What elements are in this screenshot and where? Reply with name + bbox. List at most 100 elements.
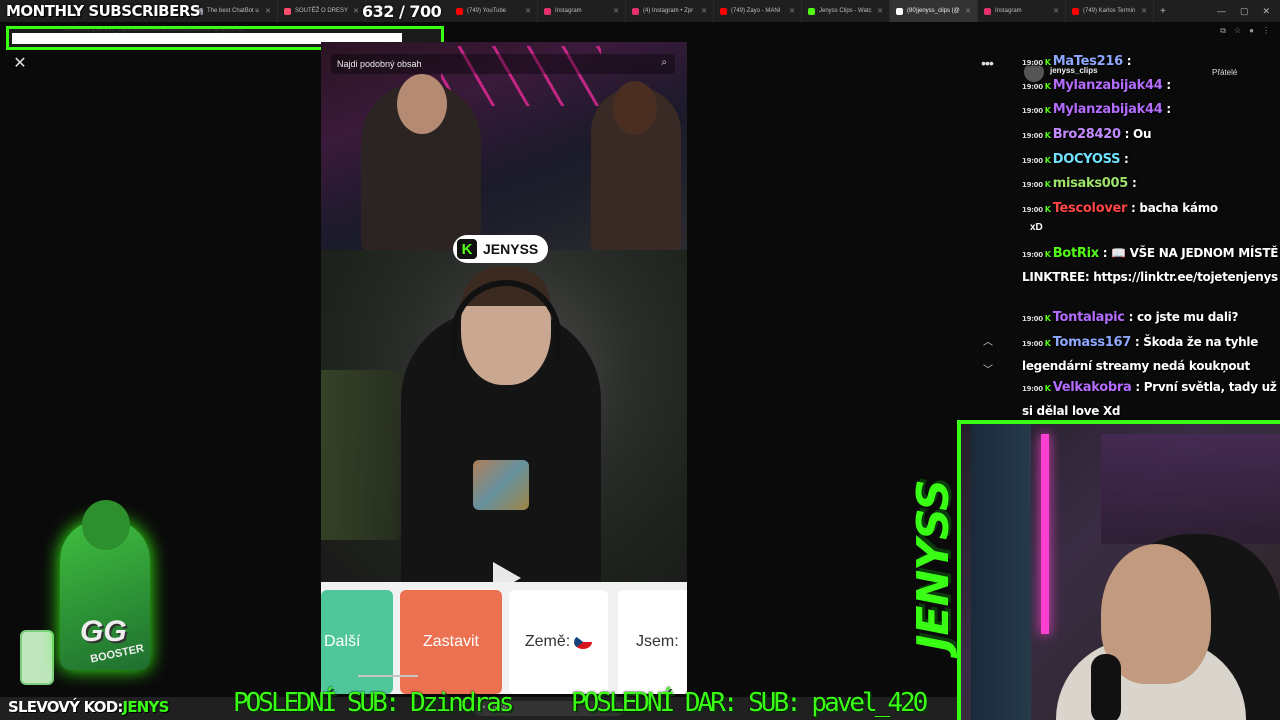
reaction-carousel: Další Zastavit Země: Jsem:	[321, 582, 687, 694]
green-wall	[321, 370, 411, 540]
extension-icon[interactable]: ⧉	[1220, 26, 1226, 36]
chat-message: 19:00 Kmisaks005 :	[1022, 172, 1280, 196]
chat-message: 19:00 K Tomass167 : Škoda že na tyhle lege…	[1022, 335, 1259, 373]
search-similar-bar[interactable]: Najdi podobný obsah ⌕	[331, 54, 675, 74]
chat-message: 19:00 K MaTes216 :	[1022, 50, 1280, 74]
close-window-icon[interactable]: ✕	[1262, 6, 1270, 17]
close-tab-icon[interactable]: ✕	[965, 7, 971, 15]
stop-label: Zastavit	[422, 633, 479, 650]
close-tab-icon[interactable]: ✕	[613, 7, 619, 15]
close-tab-icon[interactable]: ✕	[1053, 7, 1059, 15]
video-top-scene: Najdi podobný obsah ⌕	[321, 42, 687, 252]
browser-tab[interactable]: The best ChatBot u ✕	[190, 0, 278, 22]
next-button[interactable]: Další	[321, 590, 393, 694]
chat-badge-icon: K	[1044, 156, 1051, 165]
profile-icon[interactable]: ●	[1249, 26, 1254, 36]
discount-code: JENYS	[122, 698, 170, 716]
chevron-down-icon[interactable]: ﹀	[979, 362, 997, 380]
chat-text: :	[1131, 176, 1137, 190]
bookmark-star-icon[interactable]: ☆	[1234, 26, 1241, 36]
chat-text: :	[1126, 54, 1132, 68]
tab-favicon-icon	[1072, 7, 1079, 15]
discount-code-banner: SLEVOVÝ KOD:JENYS	[8, 698, 169, 716]
next-label: Další	[324, 633, 361, 650]
new-tab-button[interactable]: +	[1154, 6, 1172, 17]
video-bottom-scene	[321, 250, 687, 582]
chat-badge-icon: K	[1044, 131, 1051, 140]
webcam-door	[971, 424, 1031, 720]
country-label: Země:	[524, 633, 571, 650]
chat-username[interactable]: Mylanzabijak44	[1053, 78, 1163, 93]
search-icon[interactable]: ⌕	[661, 57, 667, 68]
country-button[interactable]: Země:	[509, 590, 608, 694]
chat-badge-icon: K	[1044, 106, 1051, 115]
i-am-button[interactable]: Jsem:	[618, 590, 687, 694]
chat-text: :	[1124, 152, 1129, 166]
tab-favicon-icon	[632, 7, 639, 15]
close-tab-icon[interactable]: ✕	[701, 7, 707, 15]
person-head	[397, 74, 447, 134]
brand-name: JENYSS	[483, 241, 539, 257]
person-figure	[361, 74, 481, 252]
chat-badge-icon: K	[1044, 180, 1051, 189]
chat-message: 19:00 K Mylanzabijak44 :	[1022, 98, 1280, 122]
chat-badge-icon: K	[1044, 339, 1051, 348]
brand-badge: K JENYSS	[453, 235, 549, 263]
gg-booster-mascot: GG BOOSTER	[20, 500, 180, 695]
chat-badge-icon: K	[1044, 82, 1051, 91]
chat-panel: 19:00 K MaTes216 : 19:00 K Mylanzabijak44 : …	[1022, 50, 1280, 420]
play-icon[interactable]	[493, 562, 521, 582]
maximize-icon[interactable]: ▢	[1240, 6, 1249, 17]
chevron-up-icon[interactable]: ︿	[979, 334, 997, 352]
webcam-shelf	[1101, 434, 1280, 544]
i-am-label: Jsem:	[636, 633, 679, 650]
browser-tab[interactable]: (4) Instagram • Zpr ✕	[626, 0, 714, 22]
browser-tab[interactable]: (749) YouTube ✕	[450, 0, 538, 22]
browser-tab[interactable]: Jenyss Clips - Watc ✕	[802, 0, 890, 22]
browser-tab[interactable]: SOUTĚŽ O DRESY ✕	[278, 0, 366, 22]
chat-username[interactable]: DOCYOSS	[1053, 152, 1121, 167]
last-donation-ticker: POSLEDNÍ DAR: SUB: pavel_420	[571, 688, 928, 718]
more-options-icon[interactable]: •••	[976, 55, 998, 73]
chat-text: :	[1166, 78, 1171, 92]
chat-message: 19:00 K Mylanzabijak44 :	[1022, 74, 1280, 98]
chat-username[interactable]: Velkakobra	[1053, 380, 1132, 395]
chat-username[interactable]: Tontalapic	[1053, 310, 1125, 325]
tab-favicon-icon	[808, 7, 815, 15]
chat-username[interactable]: MaTes216	[1053, 54, 1123, 69]
close-tab-icon[interactable]: ✕	[1141, 7, 1147, 15]
close-tab-icon[interactable]: ✕	[353, 7, 359, 15]
browser-tab[interactable]: (749) Zayo - MANI ✕	[714, 0, 802, 22]
chat-badge-icon: K	[1044, 250, 1051, 259]
chat-message: 19:00 K Tescolover : bacha kámo	[1022, 197, 1280, 221]
chat-username[interactable]: Mylanzabijak44	[1053, 102, 1163, 117]
browser-tab-active[interactable]: (80)jenyss_clips (@ ✕	[890, 0, 978, 22]
chat-username[interactable]: Bro28420	[1053, 127, 1121, 142]
close-tab-icon[interactable]: ✕	[877, 7, 883, 15]
chat-text: :	[1166, 102, 1171, 116]
tab-favicon-icon	[284, 7, 291, 15]
chat-message: 19:00 K Velkakobra : První světla, tady už…	[1022, 380, 1277, 418]
chat-username[interactable]: Tomass167	[1053, 335, 1132, 350]
browser-tab[interactable]: Instagram ✕	[538, 0, 626, 22]
stop-button[interactable]: Zastavit	[400, 590, 502, 694]
chat-username[interactable]: Tescolover	[1053, 201, 1128, 216]
address-bar-url[interactable]: tiktok.com/@jenyss_clips/video/740492184…	[62, 27, 244, 33]
video-player[interactable]: Najdi podobný obsah ⌕ K JENYSS	[321, 42, 687, 582]
menu-dots-icon[interactable]: ⋮	[1262, 26, 1270, 36]
chat-message: 19:00 K Bro28420 : Ou	[1022, 123, 1280, 147]
close-icon[interactable]: ✕	[11, 55, 29, 73]
czech-flag-icon	[574, 635, 593, 649]
chat-username[interactable]: misaks005	[1053, 176, 1129, 191]
close-tab-icon[interactable]: ✕	[789, 7, 795, 15]
browser-tab[interactable]: (749) Karlos Termin ✕	[1066, 0, 1154, 22]
tab-favicon-icon	[984, 7, 991, 15]
minimize-icon[interactable]: —	[1217, 6, 1226, 17]
chat-text: : Ou	[1124, 127, 1152, 141]
vertical-channel-name: JENYSS	[907, 479, 959, 651]
chat-username[interactable]: BotRix	[1053, 246, 1099, 261]
close-tab-icon[interactable]: ✕	[265, 7, 271, 15]
search-similar-label: Najdi podobný obsah	[337, 59, 422, 69]
close-tab-icon[interactable]: ✕	[525, 7, 531, 15]
browser-tab[interactable]: Instagram ✕	[978, 0, 1066, 22]
